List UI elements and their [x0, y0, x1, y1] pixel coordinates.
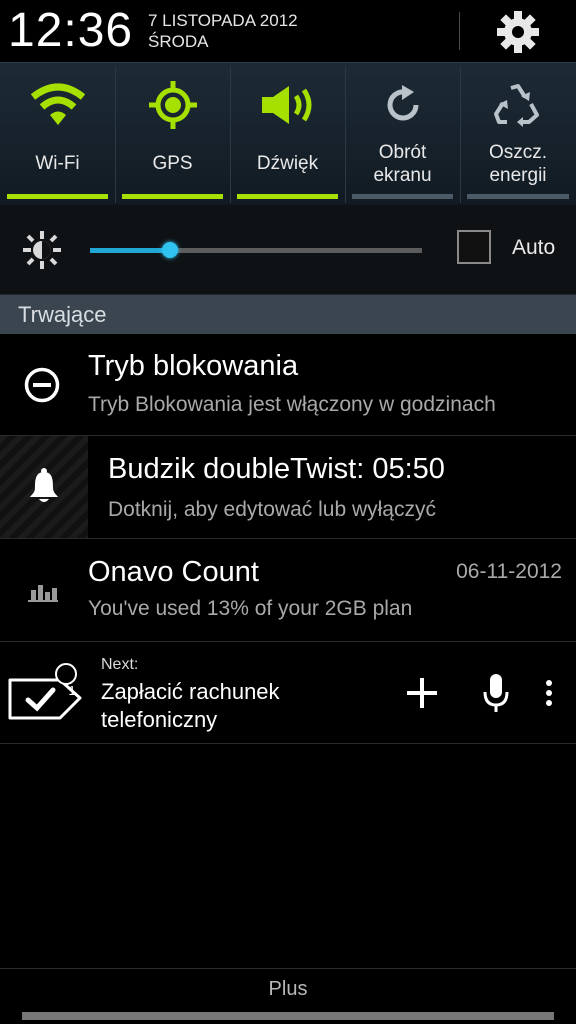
toggle-wifi[interactable]: Wi-Fi: [0, 63, 115, 206]
auto-brightness-checkbox[interactable]: [457, 230, 491, 264]
drag-handle[interactable]: [22, 1012, 554, 1020]
bar-chart-icon: [28, 585, 58, 602]
toggle-indicator: [7, 194, 108, 199]
slider-fill: [90, 248, 170, 253]
overflow-menu-icon: [546, 680, 552, 706]
notification-title: Tryb blokowania: [88, 350, 299, 382]
divider: [0, 968, 576, 969]
notification-text: Dotknij, aby edytować lub wyłączyć: [108, 498, 436, 521]
toggle-indicator: [467, 194, 569, 199]
toggle-label: Dźwięk: [256, 153, 319, 174]
header-divider: [459, 12, 460, 50]
brightness-slider[interactable]: [90, 242, 422, 258]
next-label: Next:: [101, 656, 139, 673]
toggle-label: Oszcz. energii: [488, 142, 548, 186]
weekday-line: ŚRODA: [148, 32, 209, 51]
voice-input-button[interactable]: [474, 670, 518, 716]
notification-title: Onavo Count: [88, 556, 259, 588]
todo-badge: 1: [68, 683, 76, 698]
section-title: Trwające: [18, 302, 107, 327]
add-task-button[interactable]: [400, 673, 444, 713]
brightness-icon: [23, 231, 61, 269]
toggle-rotation[interactable]: Obrót ekranu: [345, 63, 460, 206]
slider-thumb[interactable]: [161, 242, 178, 258]
settings-button[interactable]: [492, 8, 544, 56]
notification-text: Tryb Blokowania jest włączony w godzinac…: [88, 393, 496, 416]
toggle-label: Obrót ekranu: [373, 142, 432, 186]
notification-alarm[interactable]: Budzik doubleTwist: 05:50 Dotknij, aby e…: [0, 436, 576, 539]
ongoing-section-header: Trwające: [0, 295, 576, 334]
toggle-sound[interactable]: Dźwięk: [230, 63, 345, 206]
toggle-indicator: [352, 194, 453, 199]
toggle-power-saving[interactable]: Oszcz. energii: [460, 63, 576, 206]
notification-date: 06-11-2012: [456, 560, 562, 583]
block-mode-icon: [24, 367, 60, 403]
notification-onavo[interactable]: Onavo Count 06-11-2012 You've used 13% o…: [0, 539, 576, 642]
date-line: 7 LISTOPADA 2012: [148, 11, 298, 30]
toggle-label: GPS: [152, 153, 193, 174]
microphone-icon: [483, 674, 509, 712]
notification-blocking-mode[interactable]: Tryb blokowania Tryb Blokowania jest włą…: [0, 335, 576, 436]
toggle-indicator: [122, 194, 223, 199]
toggle-label: Wi-Fi: [35, 153, 80, 174]
clock: 12:36: [8, 4, 134, 57]
recycle-icon: [494, 84, 539, 127]
gear-icon: [497, 11, 539, 53]
rotate-icon: [387, 85, 418, 121]
speaker-icon: [261, 86, 311, 124]
more-options-button[interactable]: [536, 675, 562, 711]
bell-icon: [30, 468, 58, 502]
status-header: 12:36 7 LISTOPADA 2012 ŚRODA: [0, 0, 576, 62]
auto-brightness-label: Auto: [512, 236, 556, 259]
date: 7 LISTOPADA 2012 ŚRODA: [148, 10, 298, 52]
gps-icon: [148, 81, 197, 129]
plus-icon: [407, 678, 437, 708]
notification-text: You've used 13% of your 2GB plan: [88, 597, 413, 620]
toggle-indicator: [237, 194, 338, 199]
quick-settings-panel: Wi-Fi GPS Dźwięk Obrót ekranu Oszcz. ene…: [0, 62, 576, 206]
carrier-label: Plus: [268, 978, 308, 1000]
wifi-icon: [30, 83, 85, 125]
todo-task-text: Zapłacić rachunek telefoniczny: [101, 679, 280, 732]
notification-title: Budzik doubleTwist: 05:50: [108, 453, 445, 485]
toggle-gps[interactable]: GPS: [115, 63, 230, 206]
